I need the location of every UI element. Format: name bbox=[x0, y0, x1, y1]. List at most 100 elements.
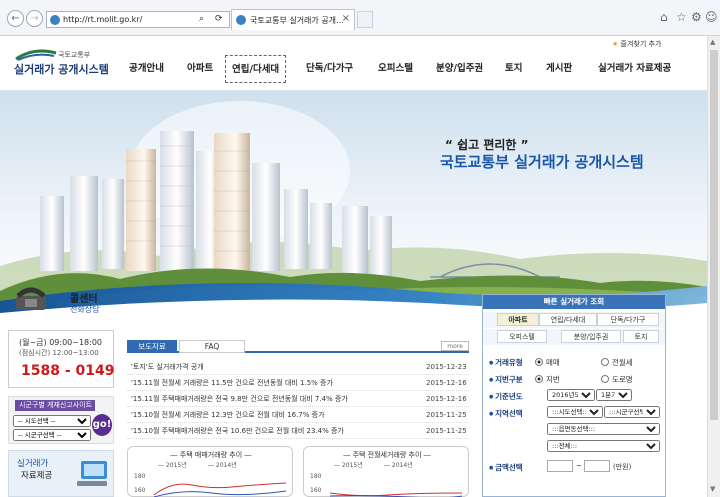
more-button[interactable]: more bbox=[441, 341, 469, 351]
callcenter-title: 콜센터 bbox=[70, 294, 98, 305]
radio-addr-jibun[interactable]: 지번 bbox=[535, 374, 560, 385]
rent-chart-lines bbox=[329, 492, 463, 497]
sigungu-site-title: 시군구별 게재신고사이트 bbox=[15, 400, 95, 411]
type-tab-row-house[interactable]: 연립/다세대 bbox=[539, 313, 597, 326]
sido-link-select[interactable]: -- 시도선택 -- bbox=[13, 415, 91, 427]
home-icon[interactable]: ⌂ bbox=[660, 10, 668, 24]
vertical-scrollbar[interactable]: ▲ ▼ bbox=[707, 36, 720, 497]
amount-unit: (만원) bbox=[613, 463, 632, 471]
news-title[interactable]: '15.11월 전월세 거래량은 11.5만 건으로 전년동월 대비 1.5% … bbox=[131, 375, 333, 391]
type-tab-land[interactable]: 토지 bbox=[623, 330, 659, 343]
type-tab-detached[interactable]: 단독/다가구 bbox=[597, 313, 659, 326]
news-item[interactable]: '15.10월 주택매매거래량은 전국 10.6만 건으로 전월 대비 23.4… bbox=[127, 423, 469, 439]
region-sido-select[interactable]: :::시도선택::: bbox=[547, 406, 603, 418]
news-item[interactable]: '15.11월 전월세 거래량은 11.5만 건으로 전년동월 대비 1.5% … bbox=[127, 375, 469, 391]
radio-selected-icon[interactable] bbox=[535, 375, 543, 383]
scroll-thumb[interactable] bbox=[710, 50, 718, 420]
menu-row-house[interactable]: 연립/다세대 bbox=[225, 55, 287, 83]
type-tab-apartment[interactable]: 아파트 bbox=[497, 313, 539, 326]
legend-2014: ― 2014년 bbox=[208, 462, 237, 469]
menu-apartment[interactable]: 아파트 bbox=[187, 55, 213, 83]
y-tick-180: 180 bbox=[134, 473, 146, 480]
news-title[interactable]: '15.11월 주택매매거래량은 전국 9.8만 건으로 전년동월 대비 7.4… bbox=[131, 391, 348, 407]
sales-chart-title: ― 주택 매매거래량 추이 ― bbox=[170, 451, 252, 459]
rent-chart-title: ― 주택 전월세거래량 추이 ― bbox=[343, 451, 431, 459]
address-url[interactable]: http://rt.molit.go.kr/ bbox=[63, 15, 142, 24]
refresh-icon[interactable]: ⟳ bbox=[215, 14, 223, 24]
news-date: 2015-11-25 bbox=[426, 411, 467, 419]
region-label: 지역선택 bbox=[489, 408, 523, 419]
search-icon[interactable]: ⌕ bbox=[199, 14, 204, 24]
ministry-name: 국토교통부 bbox=[58, 51, 91, 59]
legend-2015: ― 2015년 bbox=[158, 462, 187, 469]
system-name: 실거래가 공개시스템 bbox=[14, 63, 109, 76]
menu-board[interactable]: 게시판 bbox=[546, 55, 572, 83]
menu-officetel[interactable]: 오피스텔 bbox=[378, 55, 413, 83]
tab-press-release[interactable]: 보도자료 bbox=[127, 340, 177, 353]
go-button[interactable]: go! bbox=[92, 414, 112, 436]
radio-unselected-icon[interactable] bbox=[601, 358, 609, 366]
sales-chart-lines bbox=[153, 482, 287, 497]
news-title[interactable]: '15.10월 주택매매거래량은 전국 10.6만 건으로 전월 대비 23.4… bbox=[131, 423, 344, 439]
callcenter-subtitle: 전화상담 bbox=[70, 305, 100, 314]
tab-close-icon[interactable]: × bbox=[342, 13, 350, 24]
news-title[interactable]: '토지'도 실거래가격 공개 bbox=[131, 359, 204, 375]
tab-title: 국토교통부 실거래가 공개... bbox=[250, 16, 344, 25]
new-tab-button[interactable] bbox=[357, 11, 373, 28]
deal-type-label: 거래유형 bbox=[489, 357, 523, 368]
feedback-smiley-icon[interactable]: ☺ bbox=[705, 10, 718, 24]
business-hours: (월~금) 09:00~18:00 bbox=[19, 338, 103, 347]
menu-presale[interactable]: 분양/입주권 bbox=[436, 55, 483, 83]
news-item[interactable]: '15.10월 전월세 거래량은 12.3만 건으로 전월 대비 16.7% 증… bbox=[127, 407, 469, 423]
sigungu-link-select[interactable]: -- 시군구선택 -- bbox=[13, 429, 91, 441]
news-date: 2015-12-16 bbox=[426, 395, 467, 403]
radio-selected-icon[interactable] bbox=[535, 358, 543, 366]
scroll-up-icon[interactable]: ▲ bbox=[710, 38, 715, 46]
radio-deal-rent[interactable]: 전월세 bbox=[601, 357, 633, 368]
amount-min-input[interactable] bbox=[547, 460, 573, 472]
favorites-star-icon[interactable]: ☆ bbox=[676, 10, 687, 24]
menu-data-service[interactable]: 실거래가 자료제공 bbox=[598, 55, 671, 83]
browser-tab[interactable]: 국토교통부 실거래가 공개... × bbox=[231, 9, 355, 30]
type-tab-officetel[interactable]: 오피스텔 bbox=[497, 330, 547, 343]
property-type-row-1: 아파트 연립/다세대 단독/다가구 bbox=[483, 312, 665, 328]
news-title[interactable]: '15.10월 전월세 거래량은 12.3만 건으로 전월 대비 16.7% 증… bbox=[131, 407, 325, 423]
quick-search-title: 빠른 실거래가 조회 bbox=[483, 295, 665, 309]
address-bar[interactable]: http://rt.molit.go.kr/ ⌕ ⟳ bbox=[46, 11, 230, 28]
quick-search-panel: 빠른 실거래가 조회 아파트 연립/다세대 단독/다가구 오피스텔 분양/입주권… bbox=[482, 294, 666, 497]
back-button[interactable]: ← bbox=[7, 10, 24, 27]
forward-button[interactable]: → bbox=[26, 10, 43, 27]
browser-chrome: ← → http://rt.molit.go.kr/ ⌕ ⟳ 국토교통부 실거래… bbox=[0, 0, 720, 36]
amount-label: 금액선택 bbox=[489, 462, 523, 473]
tab-faq[interactable]: FAQ bbox=[179, 340, 245, 353]
complex-select[interactable]: :::전체::: bbox=[547, 440, 660, 452]
y-tick-180: 180 bbox=[310, 473, 322, 480]
region-dong-select[interactable]: :::읍면동선택::: bbox=[547, 423, 660, 435]
sales-volume-chart: ― 주택 매매거래량 추이 ― ― 2015년 ― 2014년 180 160 bbox=[127, 446, 293, 497]
amount-max-input[interactable] bbox=[584, 460, 610, 472]
region-sigungu-select[interactable]: :::시군구선택::: bbox=[604, 406, 660, 418]
data-service-banner[interactable]: 실거래가 자료제공 bbox=[8, 450, 114, 497]
callcenter-phone-number: 1588 - 0149 bbox=[21, 363, 115, 379]
add-favorite-link[interactable]: ★ 즐겨찾기 추가 bbox=[612, 39, 661, 49]
telephone-icon bbox=[16, 287, 46, 310]
base-year-label: 기준년도 bbox=[489, 391, 523, 402]
menu-land[interactable]: 토지 bbox=[505, 55, 522, 83]
radio-deal-sale[interactable]: 매매 bbox=[535, 357, 560, 368]
type-tab-presale[interactable]: 분양/입주권 bbox=[561, 330, 621, 343]
settings-gear-icon[interactable]: ⚙ bbox=[691, 10, 702, 24]
news-item[interactable]: '15.11월 주택매매거래량은 전국 9.8만 건으로 전년동월 대비 7.4… bbox=[127, 391, 469, 407]
news-date: 2015-11-25 bbox=[426, 427, 467, 435]
callcenter-hours-box: (월~금) 09:00~18:00 (점심시간) 12:00~13:00 158… bbox=[8, 330, 115, 388]
radio-addr-road[interactable]: 도로명 bbox=[601, 374, 633, 385]
menu-guide[interactable]: 공개안내 bbox=[129, 55, 164, 83]
data-banner-line2: 자료제공 bbox=[21, 471, 53, 481]
radio-unselected-icon[interactable] bbox=[601, 375, 609, 383]
news-item[interactable]: '토지'도 실거래가격 공개 2015-12-23 bbox=[127, 359, 469, 375]
y-tick-160: 160 bbox=[310, 487, 322, 494]
scroll-down-icon[interactable]: ▼ bbox=[710, 485, 715, 493]
quarter-select[interactable]: 1분기 bbox=[596, 389, 632, 401]
menu-detached-house[interactable]: 단독/다가구 bbox=[306, 55, 353, 83]
favorite-star-icon: ★ bbox=[612, 40, 619, 48]
year-select[interactable]: 2016년도 bbox=[547, 389, 595, 401]
